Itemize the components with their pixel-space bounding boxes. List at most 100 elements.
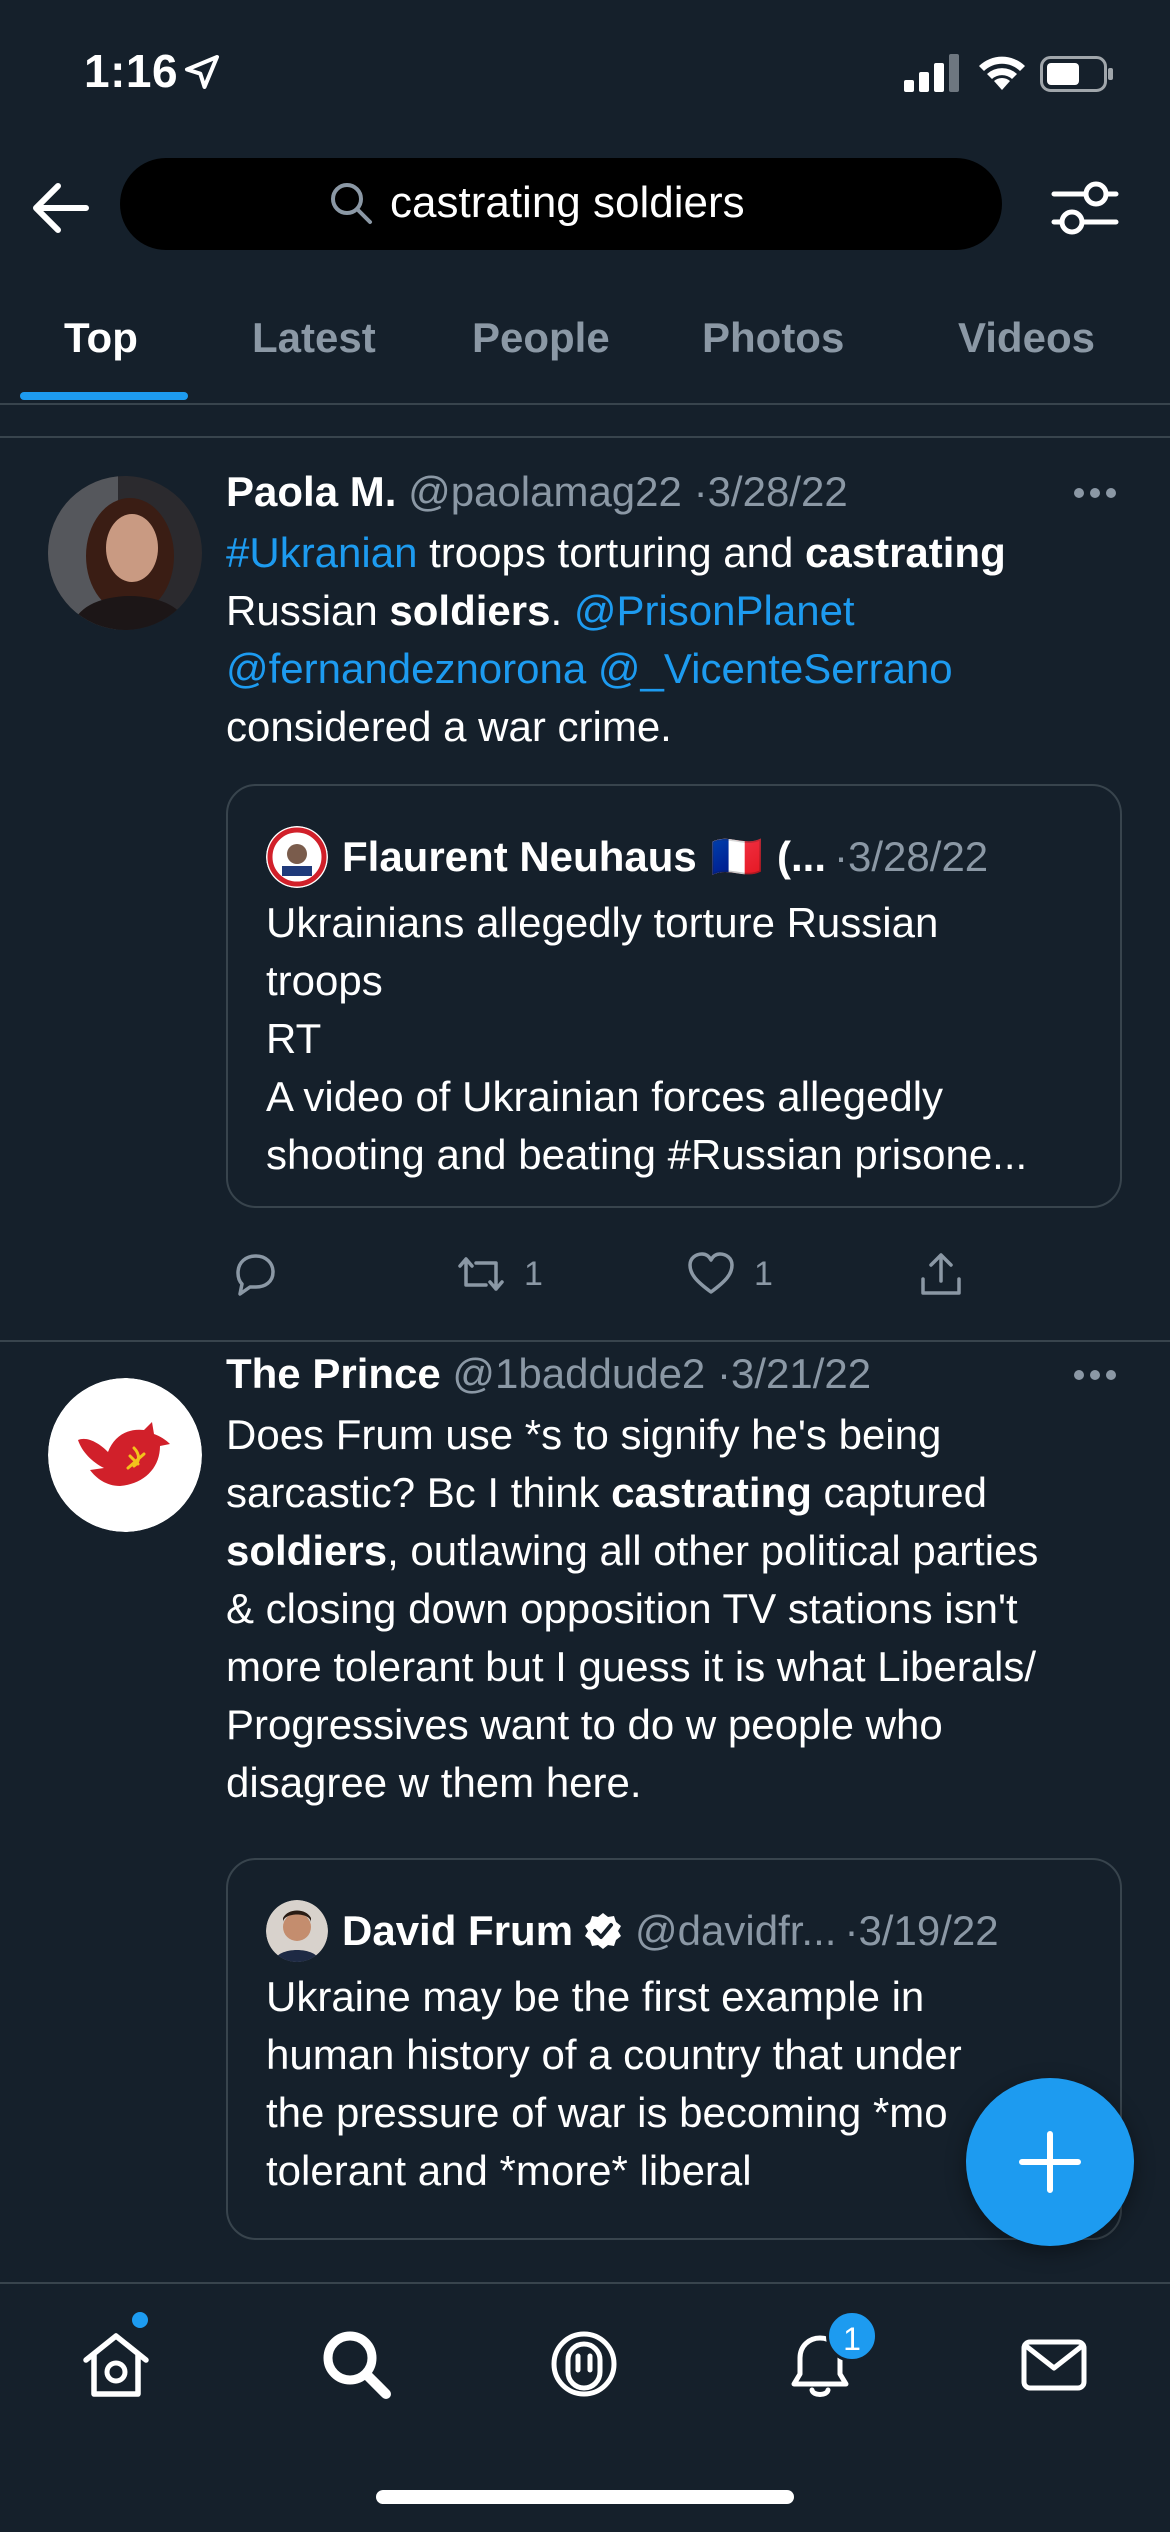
tab-top[interactable]: Top [64, 314, 138, 362]
flag-emoji: 🇫🇷 [710, 832, 764, 880]
tweet-text-segment: considered a war crime. [226, 703, 672, 750]
search-tabs: Top Latest People Photos Videos [0, 300, 1170, 404]
wifi-icon [979, 56, 1025, 90]
quoted-separator: · [844, 1907, 859, 1954]
tweet-text-segment: & closing down opposition TV stations is… [226, 1585, 1018, 1632]
highlighted-term: castrating [611, 1469, 812, 1516]
tweet-header: Paola M. @paolamag22 ·3/28/22 [226, 468, 848, 516]
search-input[interactable]: castrating soldiers [120, 158, 1002, 250]
like-button[interactable]: 1 [686, 1244, 773, 1304]
tweet-text: Does Frum use *s to signify he's being sa… [226, 1406, 1126, 1812]
quoted-line: A video of Ukrainian forces allegedly [266, 1073, 944, 1120]
avatar[interactable] [48, 476, 202, 630]
share-button[interactable] [916, 1244, 966, 1304]
tweet-text-line: Russian soldiers. @PrisonPlanet [226, 582, 1126, 640]
quoted-line: Ukraine may be the first example in [266, 1973, 925, 2020]
tweet-author-name[interactable]: The Prince [226, 1350, 441, 1397]
quoted-line: shooting and beating #Russian prisone... [266, 1131, 1028, 1178]
tweet-link[interactable]: @PrisonPlanet [574, 587, 855, 634]
tweet-text-segment: Russian [226, 587, 390, 634]
notifications-badge: 1 [826, 2310, 878, 2362]
quoted-tweet[interactable]: Flaurent Neuhaus 🇫🇷 (... · 3/28/22 Ukrai… [226, 784, 1122, 1208]
tweet-text-segment: sarcastic? Bc I think [226, 1469, 612, 1516]
quoted-author-extra: (... [777, 833, 827, 880]
quoted-author-name: David Frum [342, 1907, 574, 1954]
tweet-text-segment: disagree w them here. [226, 1759, 642, 1806]
highlighted-term: soldiers [389, 587, 551, 634]
highlighted-term: castrating [805, 529, 1006, 576]
home-new-indicator [132, 2312, 148, 2328]
tweet-text: #Ukranian troops torturing and castratin… [226, 524, 1126, 756]
more-options-icon[interactable] [1072, 1368, 1118, 1382]
retweet-button[interactable]: 1 [456, 1244, 543, 1304]
tweet-text-line: Progressives want to do w people who [226, 1696, 1126, 1754]
quoted-tweet-text: Ukrainians allegedly torture Russian tro… [266, 894, 1106, 1184]
messages-mail-icon[interactable] [1014, 2324, 1094, 2404]
tweet[interactable]: Paola M. @paolamag22 ·3/28/22 #Ukranian … [0, 440, 1170, 1340]
quoted-date: 3/19/22 [858, 1907, 999, 1954]
search-nav-icon[interactable] [316, 2324, 396, 2404]
spaces-icon[interactable] [544, 2324, 624, 2404]
tweet-text-line: soldiers, outlawing all other political … [226, 1522, 1126, 1580]
home-icon[interactable] [76, 2324, 156, 2404]
search-row: castrating soldiers [0, 156, 1170, 256]
tweet-text-line: disagree w them here. [226, 1754, 1126, 1812]
quoted-avatar [266, 1900, 328, 1962]
section-divider [0, 436, 1170, 438]
tabs-divider [0, 403, 1170, 405]
quoted-line: Ukrainians allegedly torture Russian [266, 899, 939, 946]
tweet-link[interactable]: @fernandeznorona [226, 645, 586, 692]
search-icon [331, 183, 372, 224]
tab-videos[interactable]: Videos [958, 314, 1095, 362]
cellular-signal-icon [904, 54, 959, 92]
avatar[interactable] [48, 1378, 202, 1532]
tab-photos[interactable]: Photos [702, 314, 844, 362]
tweet-link[interactable]: #Ukranian [226, 529, 417, 576]
reply-button[interactable] [230, 1244, 280, 1304]
tweet-author-handle[interactable]: @paolamag22 [408, 468, 682, 515]
tweet-text-segment: troops torturing and [417, 529, 806, 576]
more-options-icon[interactable] [1072, 486, 1118, 500]
tweet-text-line: sarcastic? Bc I think castrating capture… [226, 1464, 1126, 1522]
tweet-date: 3/28/22 [707, 468, 848, 515]
tweet-text-segment: Does Frum use *s to signify he's being [226, 1411, 942, 1458]
tweet-author-name[interactable]: Paola M. [226, 468, 396, 515]
quoted-tweet-header: Flaurent Neuhaus 🇫🇷 (... · 3/28/22 [266, 826, 988, 888]
tweet-separator: · [693, 468, 708, 515]
tweet-text-line: & closing down opposition TV stations is… [226, 1580, 1126, 1638]
tweet-text-segment: more tolerant but I guess it is what Lib… [226, 1643, 1037, 1690]
quoted-author-handle: @davidfr... [635, 1907, 837, 1954]
home-indicator [376, 2490, 794, 2504]
tweet-text-line: considered a war crime. [226, 698, 1126, 756]
compose-tweet-button[interactable] [966, 2078, 1134, 2246]
quoted-author-name: Flaurent Neuhaus [342, 833, 697, 880]
tweet-text-segment [586, 645, 598, 692]
location-arrow-icon [185, 55, 219, 89]
tweet-text-segment: . [550, 587, 574, 634]
quoted-date: 3/28/22 [848, 833, 989, 880]
tweet-text-line: @fernandeznorona @_VicenteSerrano [226, 640, 1126, 698]
back-arrow-icon[interactable] [30, 180, 90, 236]
tweet-actions: 1 1 [226, 1244, 1126, 1304]
status-time: 1:16 [84, 45, 179, 97]
tweet-text-line: Does Frum use *s to signify he's being [226, 1406, 1126, 1464]
tweet-link[interactable]: @_VicenteSerrano [598, 645, 953, 692]
quoted-avatar [266, 826, 328, 888]
quoted-tweet-header: David Frum @davidfr... · 3/19/22 [266, 1900, 999, 1962]
tweet-text-segment: Progressives want to do w people who [226, 1701, 943, 1748]
tweet-text-line: more tolerant but I guess it is what Lib… [226, 1638, 1126, 1696]
plus-icon [1019, 2131, 1081, 2193]
search-query: castrating soldiers [390, 178, 745, 227]
quoted-line: RT [266, 1015, 322, 1062]
quoted-line: troops [266, 957, 383, 1004]
quoted-separator: · [834, 833, 849, 880]
tweet-text-segment: captured [811, 1469, 987, 1516]
search-filter-icon[interactable] [1050, 178, 1120, 238]
tab-people[interactable]: People [472, 314, 610, 362]
tab-latest[interactable]: Latest [252, 314, 376, 362]
like-count: 1 [754, 1254, 773, 1293]
highlighted-term: soldiers [226, 1527, 388, 1574]
reply-icon [236, 1254, 275, 1296]
avatar-image [48, 476, 202, 630]
tweet-author-handle[interactable]: @1baddude2 [452, 1350, 705, 1397]
